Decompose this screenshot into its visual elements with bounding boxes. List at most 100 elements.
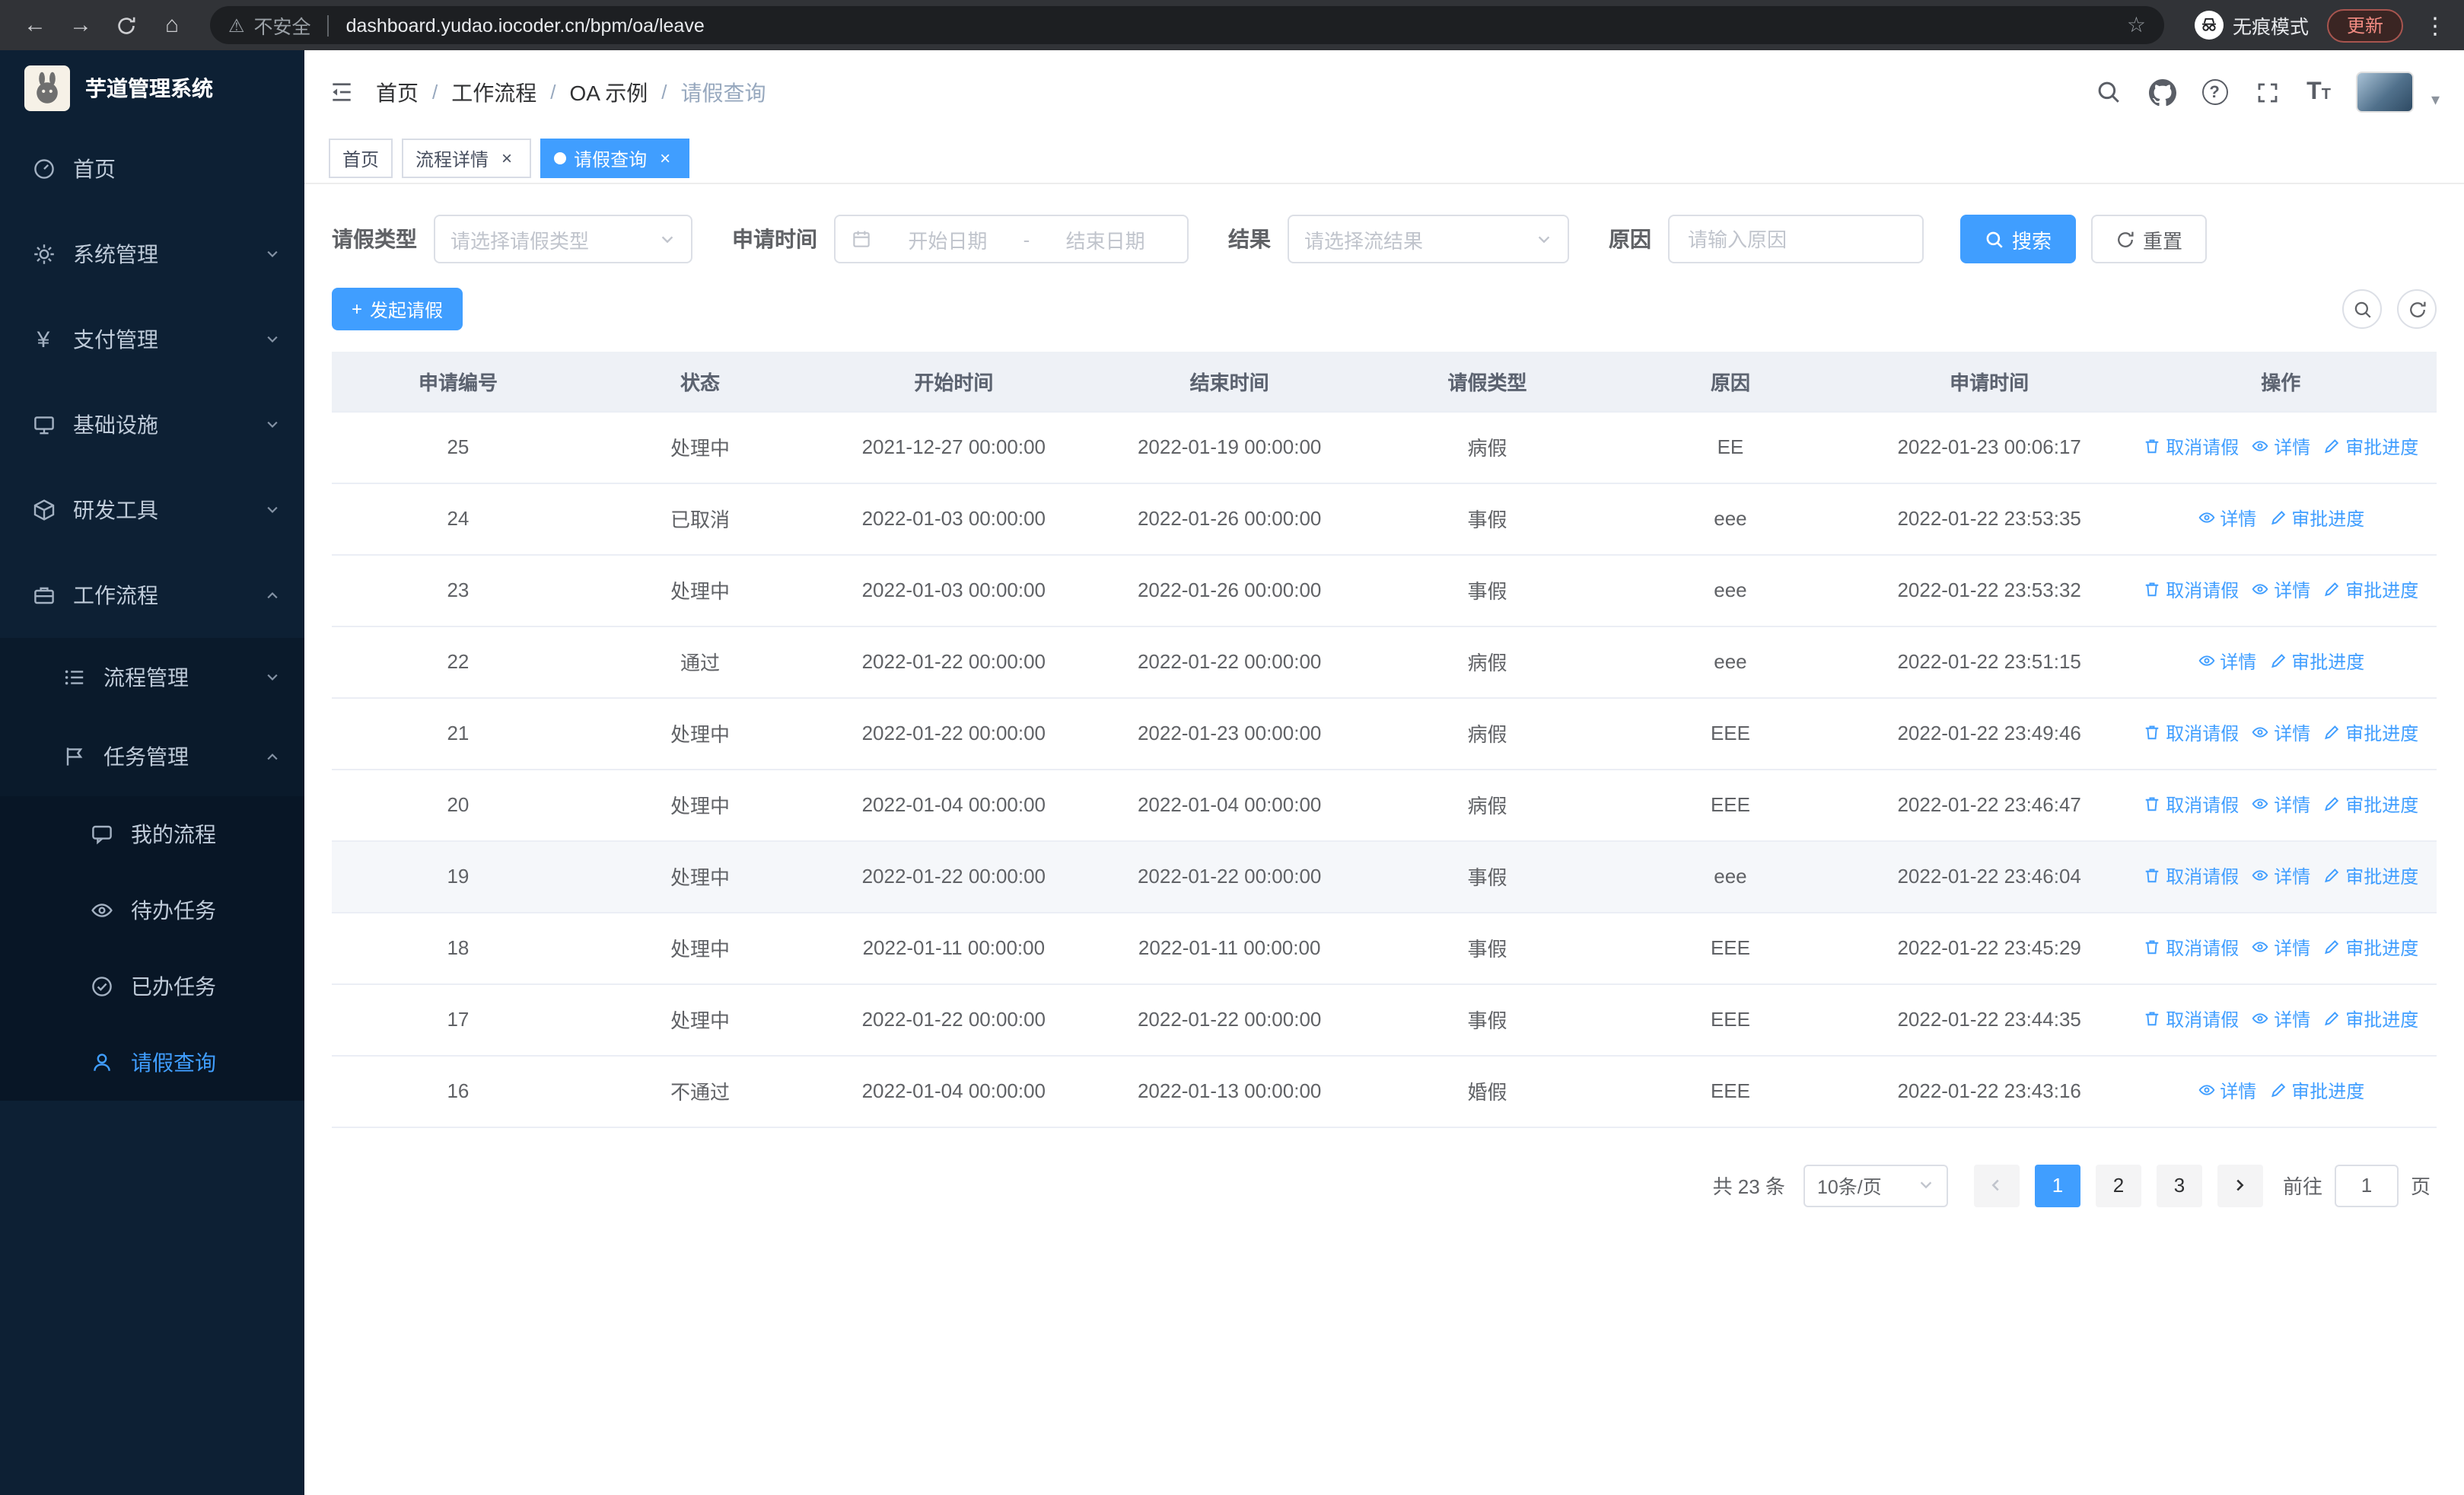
cell-actions: 取消请假 详情 审批进度 [2125, 983, 2437, 1056]
sidebar-item-done-tasks[interactable]: 已办任务 [0, 948, 304, 1025]
sidebar-item-infrastructure[interactable]: 基础设施 [0, 382, 304, 467]
next-page-button[interactable] [2217, 1164, 2263, 1207]
close-icon[interactable]: × [496, 148, 517, 169]
cancel-action-link[interactable]: 取消请假 [2143, 577, 2239, 603]
cell-leave-type: 事假 [1367, 483, 1608, 555]
cancel-action-link[interactable]: 取消请假 [2143, 1006, 2239, 1032]
security-label[interactable]: 不安全 [254, 11, 311, 40]
sidebar-item-todo-tasks[interactable]: 待办任务 [0, 872, 304, 948]
url-text[interactable]: dashboard.yudao.iocoder.cn/bpm/oa/leave [346, 14, 2118, 36]
breadcrumb-item-home[interactable]: 首页 [376, 77, 419, 107]
result-select[interactable]: 请选择流结果 [1288, 215, 1569, 263]
browser-menu-icon[interactable]: ⋮ [2421, 11, 2449, 39]
progress-action-link[interactable]: 审批进度 [2268, 649, 2364, 674]
progress-action-link[interactable]: 审批进度 [2322, 935, 2418, 961]
progress-action-link[interactable]: 审批进度 [2322, 1006, 2418, 1032]
home-icon[interactable]: ⌂ [152, 5, 192, 45]
sidebar-item-my-processes[interactable]: 我的流程 [0, 796, 304, 872]
reason-input[interactable] [1668, 215, 1924, 263]
detail-action-link[interactable]: 详情 [2197, 1078, 2256, 1104]
search-button[interactable]: 搜索 [1960, 215, 2077, 263]
app-logo[interactable]: 芋道管理系统 [0, 50, 304, 126]
column-header-apply-time[interactable]: 申请时间 [1853, 352, 2125, 412]
sidebar-item-workflow[interactable]: 工作流程 [0, 553, 304, 638]
tag-home[interactable]: 首页 [329, 139, 393, 178]
active-tag-dot [554, 152, 567, 164]
page-button-2[interactable]: 2 [2095, 1164, 2141, 1207]
cancel-action-link[interactable]: 取消请假 [2143, 863, 2239, 889]
cancel-action-link[interactable]: 取消请假 [2143, 935, 2239, 961]
detail-action-link[interactable]: 详情 [2251, 434, 2310, 460]
cancel-action-link[interactable]: 取消请假 [2143, 792, 2239, 818]
leave-type-select[interactable]: 请选择请假类型 [434, 215, 692, 263]
progress-action-link[interactable]: 审批进度 [2268, 505, 2364, 531]
goto-page-input[interactable] [2334, 1164, 2399, 1207]
progress-action-link[interactable]: 审批进度 [2322, 863, 2418, 889]
detail-action-link[interactable]: 详情 [2251, 577, 2310, 603]
column-header-status[interactable]: 状态 [584, 352, 817, 412]
prev-page-button[interactable] [1973, 1164, 2020, 1207]
column-header-start[interactable]: 开始时间 [816, 352, 1092, 412]
sidebar-item-label: 支付管理 [73, 327, 158, 352]
column-header-id[interactable]: 申请编号 [332, 352, 584, 412]
progress-action-link[interactable]: 审批进度 [2322, 720, 2418, 746]
tag-leave-query[interactable]: 请假查询 × [540, 139, 690, 178]
github-icon[interactable] [2148, 78, 2176, 106]
page-size-select[interactable]: 10条/页 [1803, 1164, 1948, 1207]
sidebar-item-task-management[interactable]: 任务管理 [0, 717, 304, 796]
cancel-action-link[interactable]: 取消请假 [2143, 434, 2239, 460]
avatar[interactable] [2356, 72, 2415, 113]
cell-start-time: 2022-01-04 00:00:00 [816, 769, 1092, 841]
page-button-1[interactable]: 1 [2034, 1164, 2080, 1207]
search-icon[interactable] [2095, 78, 2122, 106]
table-row: 23 处理中 2022-01-03 00:00:00 2022-01-26 00:00… [332, 554, 2437, 626]
column-header-end[interactable]: 结束时间 [1091, 352, 1367, 412]
reason-label: 原因 [1609, 227, 1651, 251]
detail-action-link[interactable]: 详情 [2251, 863, 2310, 889]
progress-action-link[interactable]: 审批进度 [2322, 577, 2418, 603]
breadcrumb-item-oa-example[interactable]: OA 示例 [570, 77, 648, 107]
sidebar-item-home[interactable]: 首页 [0, 126, 304, 212]
page-button-3[interactable]: 3 [2156, 1164, 2202, 1207]
progress-action-link[interactable]: 审批进度 [2322, 434, 2418, 460]
sidebar-item-system[interactable]: 系统管理 [0, 212, 304, 297]
breadcrumb-item-workflow[interactable]: 工作流程 [451, 77, 536, 107]
detail-action-link[interactable]: 详情 [2251, 1006, 2310, 1032]
detail-action-link[interactable]: 详情 [2197, 505, 2256, 531]
column-header-reason[interactable]: 原因 [1607, 352, 1854, 412]
progress-action-link[interactable]: 审批进度 [2322, 792, 2418, 818]
help-icon[interactable]: ? [2201, 79, 2228, 105]
bookmark-star-icon[interactable]: ☆ [2127, 12, 2146, 38]
fullscreen-icon[interactable] [2253, 78, 2281, 106]
date-range-picker[interactable]: 开始日期 - 结束日期 [834, 215, 1189, 263]
reload-icon[interactable] [107, 5, 146, 45]
update-button[interactable]: 更新 [2326, 8, 2403, 42]
sidebar-toggle-icon[interactable] [329, 79, 355, 105]
detail-action-link[interactable]: 详情 [2251, 935, 2310, 961]
sidebar-item-process-management[interactable]: 流程管理 [0, 638, 304, 717]
address-bar[interactable]: ⚠ 不安全 dashboard.yudao.iocoder.cn/bpm/oa/… [210, 6, 2164, 44]
cell-actions: 取消请假 详情 审批进度 [2125, 411, 2437, 483]
font-size-icon[interactable]: TT [2306, 78, 2331, 106]
sidebar-item-devtools[interactable]: 研发工具 [0, 467, 304, 553]
column-header-type[interactable]: 请假类型 [1367, 352, 1608, 412]
progress-action-link[interactable]: 审批进度 [2268, 1078, 2364, 1104]
detail-action-link[interactable]: 详情 [2197, 649, 2256, 674]
caret-down-icon[interactable]: ▾ [2431, 90, 2440, 113]
table-row: 25 处理中 2021-12-27 00:00:00 2022-01-19 00:00… [332, 411, 2437, 483]
detail-action-link[interactable]: 详情 [2251, 720, 2310, 746]
cancel-action-link[interactable]: 取消请假 [2143, 720, 2239, 746]
tag-process-detail[interactable]: 流程详情 × [402, 139, 532, 178]
sidebar-item-leave-query[interactable]: 请假查询 [0, 1025, 304, 1101]
reset-button[interactable]: 重置 [2091, 215, 2208, 263]
forward-icon[interactable]: → [61, 5, 100, 45]
detail-action-link[interactable]: 详情 [2251, 792, 2310, 818]
back-icon[interactable]: ← [15, 5, 55, 45]
close-icon[interactable]: × [654, 148, 676, 169]
monitor-icon [30, 412, 56, 438]
create-leave-button[interactable]: + 发起请假 [332, 288, 463, 330]
sidebar-item-payment[interactable]: ¥ 支付管理 [0, 297, 304, 382]
toggle-search-button[interactable] [2342, 289, 2382, 329]
refresh-table-button[interactable] [2397, 289, 2437, 329]
cell-status: 已取消 [584, 483, 817, 555]
